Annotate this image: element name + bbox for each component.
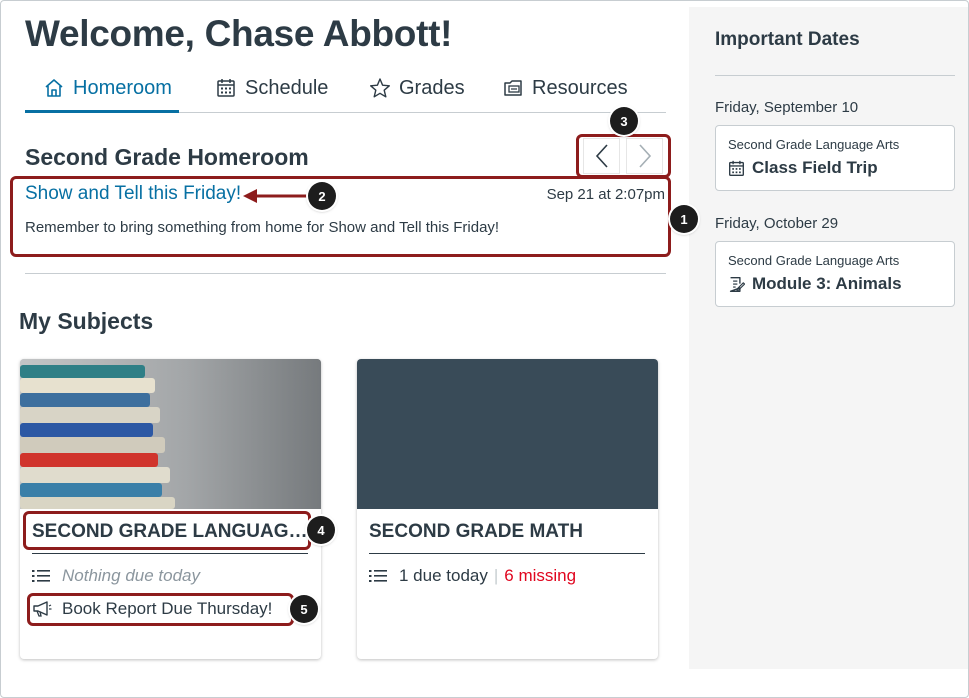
important-date-item[interactable]: Second Grade Language Arts Module 3: Ani… [715, 241, 955, 307]
chevron-right-icon [638, 144, 651, 168]
tab-homeroom[interactable]: Homeroom [25, 77, 179, 113]
app-window: Welcome, Chase Abbott! Homeroom Schedule… [0, 0, 969, 698]
announcement-pager [583, 138, 665, 174]
nothing-due-text: Nothing due today [62, 566, 200, 585]
homeroom-title: Second Grade Homeroom [25, 144, 309, 170]
homeroom-main: Welcome, Chase Abbott! Homeroom Schedule… [1, 1, 689, 697]
list-icon [32, 567, 52, 585]
subject-card-language-arts[interactable]: SECOND GRADE LANGUAGE ARTS Nothing due t… [20, 359, 321, 659]
calendar-icon [215, 77, 237, 99]
course-color-block [357, 359, 658, 509]
important-date-title: Class Field Trip [728, 158, 878, 178]
tab-label: Resources [532, 77, 628, 99]
important-date-title: Module 3: Animals [728, 274, 902, 294]
important-date-course: Second Grade Language Arts [728, 137, 900, 152]
next-announcement-button[interactable] [626, 138, 663, 174]
home-icon [43, 77, 65, 99]
callout-badge: 1 [670, 205, 698, 233]
important-date-course: Second Grade Language Arts [728, 253, 900, 268]
tab-bar: Homeroom Schedule Grades Resources [25, 71, 666, 113]
callout-badge: 2 [308, 182, 336, 210]
status-separator: | [493, 566, 499, 585]
tab-schedule[interactable]: Schedule [215, 77, 328, 113]
callout-badge: 5 [290, 595, 318, 623]
page-title: Welcome, Chase Abbott! [25, 13, 453, 54]
list-icon [369, 567, 389, 585]
important-date-item-label: Module 3: Animals [752, 274, 902, 293]
important-date-item[interactable]: Second Grade Language Arts Class Field T… [715, 125, 955, 191]
star-icon [369, 77, 391, 99]
callout-badge: 4 [307, 516, 335, 544]
course-image [20, 359, 321, 509]
tab-grades[interactable]: Grades [369, 77, 465, 113]
course-title[interactable]: SECOND GRADE LANGUAGE ARTS [32, 521, 308, 554]
course-title[interactable]: SECOND GRADE MATH [369, 521, 645, 554]
due-today-link[interactable]: 1 due today [399, 566, 488, 586]
megaphone-icon [32, 600, 52, 618]
missing-count-link[interactable]: 6 missing [504, 566, 576, 586]
important-date-heading: Friday, September 10 [715, 99, 859, 116]
course-status: Nothing due today [32, 566, 200, 586]
chevron-left-icon [595, 144, 608, 168]
previous-announcement-button[interactable] [583, 138, 620, 174]
resources-icon [502, 77, 524, 99]
tab-label: Grades [399, 77, 465, 99]
important-dates-title: Important Dates [715, 29, 860, 50]
subjects-heading: My Subjects [19, 308, 154, 334]
important-date-heading: Friday, October 29 [715, 215, 839, 232]
callout-badge: 3 [610, 107, 638, 135]
important-date-item-label: Class Field Trip [752, 158, 878, 177]
course-announcement[interactable]: Book Report Due Thursday! [32, 599, 272, 619]
important-dates-panel: Important Dates Friday, September 10 Sec… [689, 7, 968, 669]
calendar-icon [728, 159, 746, 177]
announcement-title-link[interactable]: Show and Tell this Friday! [25, 183, 241, 205]
course-status: 1 due today | 6 missing [369, 566, 576, 586]
course-announcement-text: Book Report Due Thursday! [62, 599, 273, 618]
tab-label: Schedule [245, 77, 329, 99]
assignment-icon [728, 275, 746, 293]
announcement-date: Sep 21 at 2:07pm [546, 186, 665, 203]
section-divider [25, 273, 666, 274]
callout-arrow [243, 189, 311, 203]
announcement-body: Remember to bring something from home fo… [25, 219, 500, 236]
sidebar-divider [715, 75, 955, 76]
tab-label: Homeroom [73, 77, 172, 99]
subject-card-math[interactable]: SECOND GRADE MATH 1 due today | 6 missin… [357, 359, 658, 659]
tab-resources[interactable]: Resources [502, 77, 628, 113]
